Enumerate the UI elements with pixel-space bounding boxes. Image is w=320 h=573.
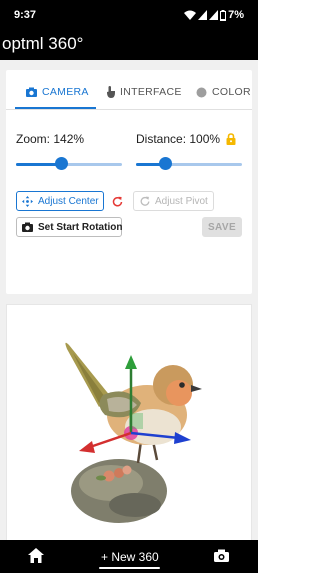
reset-icon[interactable] [112,194,123,212]
distance-label: Distance: 100% [136,132,221,146]
bird-model [65,342,202,523]
app-title: optml 360° [2,34,84,53]
leaf [96,475,106,481]
battery-percent: 7% [228,9,244,21]
adjust-pivot-label: Adjust Pivot [155,195,208,207]
battery-icon [220,9,227,21]
bird-eye [179,382,185,388]
tab-camera[interactable]: CAMERA [26,86,89,98]
flower [103,470,115,482]
save-button[interactable]: SAVE [202,217,242,237]
z-axis-arrow [174,432,191,444]
bird-beak [191,385,202,392]
touch-icon [106,86,115,98]
tab-color[interactable]: COLOR [196,86,251,98]
adjust-center-label: Adjust Center [38,195,99,207]
tab-interface-label: INTERFACE [120,86,182,98]
flower [114,468,124,478]
camera-icon [26,87,37,97]
adjust-pivot-button[interactable]: Adjust Pivot [133,191,214,211]
camera-icon [22,222,33,232]
model-viewer[interactable] [6,304,252,554]
set-start-rotation-label: Set Start Rotation [38,221,123,233]
set-start-rotation-button[interactable]: Set Start Rotation [16,217,122,237]
camera-icon[interactable] [214,549,229,567]
signal-icon [209,10,219,20]
y-axis-arrow [125,355,137,369]
tab-camera-label: CAMERA [42,86,89,98]
x-axis-arrow [79,441,95,453]
bird-face [166,380,192,406]
x-axis-gizmo[interactable] [86,431,132,450]
zoom-slider-thumb[interactable] [54,157,68,170]
circle-icon [196,87,207,98]
move-icon [22,195,33,207]
content-area: CAMERA INTERFACE COLOR Zoom: 142% Distan… [0,60,258,554]
status-time: 9:37 [14,9,37,21]
tab-divider [6,109,252,110]
status-icons: 7% [184,9,244,21]
save-label: SAVE [207,221,237,233]
zoom-label: Zoom: 142% [16,132,85,146]
tab-bar: CAMERA INTERFACE COLOR [6,70,252,110]
bottom-navigation: + New 360 [0,540,258,573]
lock-icon[interactable] [226,132,236,150]
distance-slider[interactable] [136,157,242,171]
tab-interface[interactable]: INTERFACE [106,86,182,98]
app-bar: optml 360° [0,30,258,60]
rotate-icon [140,196,150,206]
tab-color-label: COLOR [212,86,251,98]
signal-icon [198,10,208,20]
active-nav-indicator [99,567,160,569]
zoom-slider[interactable] [16,157,122,171]
rock-shadow [109,493,161,517]
flower [122,465,132,475]
wifi-icon [184,10,197,20]
zoom-slider-fill [16,163,61,166]
distance-slider-thumb[interactable] [158,157,172,170]
new-360-button[interactable]: + New 360 [101,550,159,564]
settings-panel: CAMERA INTERFACE COLOR Zoom: 142% Distan… [6,70,252,294]
bird-tail-shade [73,353,105,403]
home-icon[interactable] [28,548,44,568]
status-bar: 9:37 7% [0,0,258,30]
adjust-center-button[interactable]: Adjust Center [16,191,104,211]
